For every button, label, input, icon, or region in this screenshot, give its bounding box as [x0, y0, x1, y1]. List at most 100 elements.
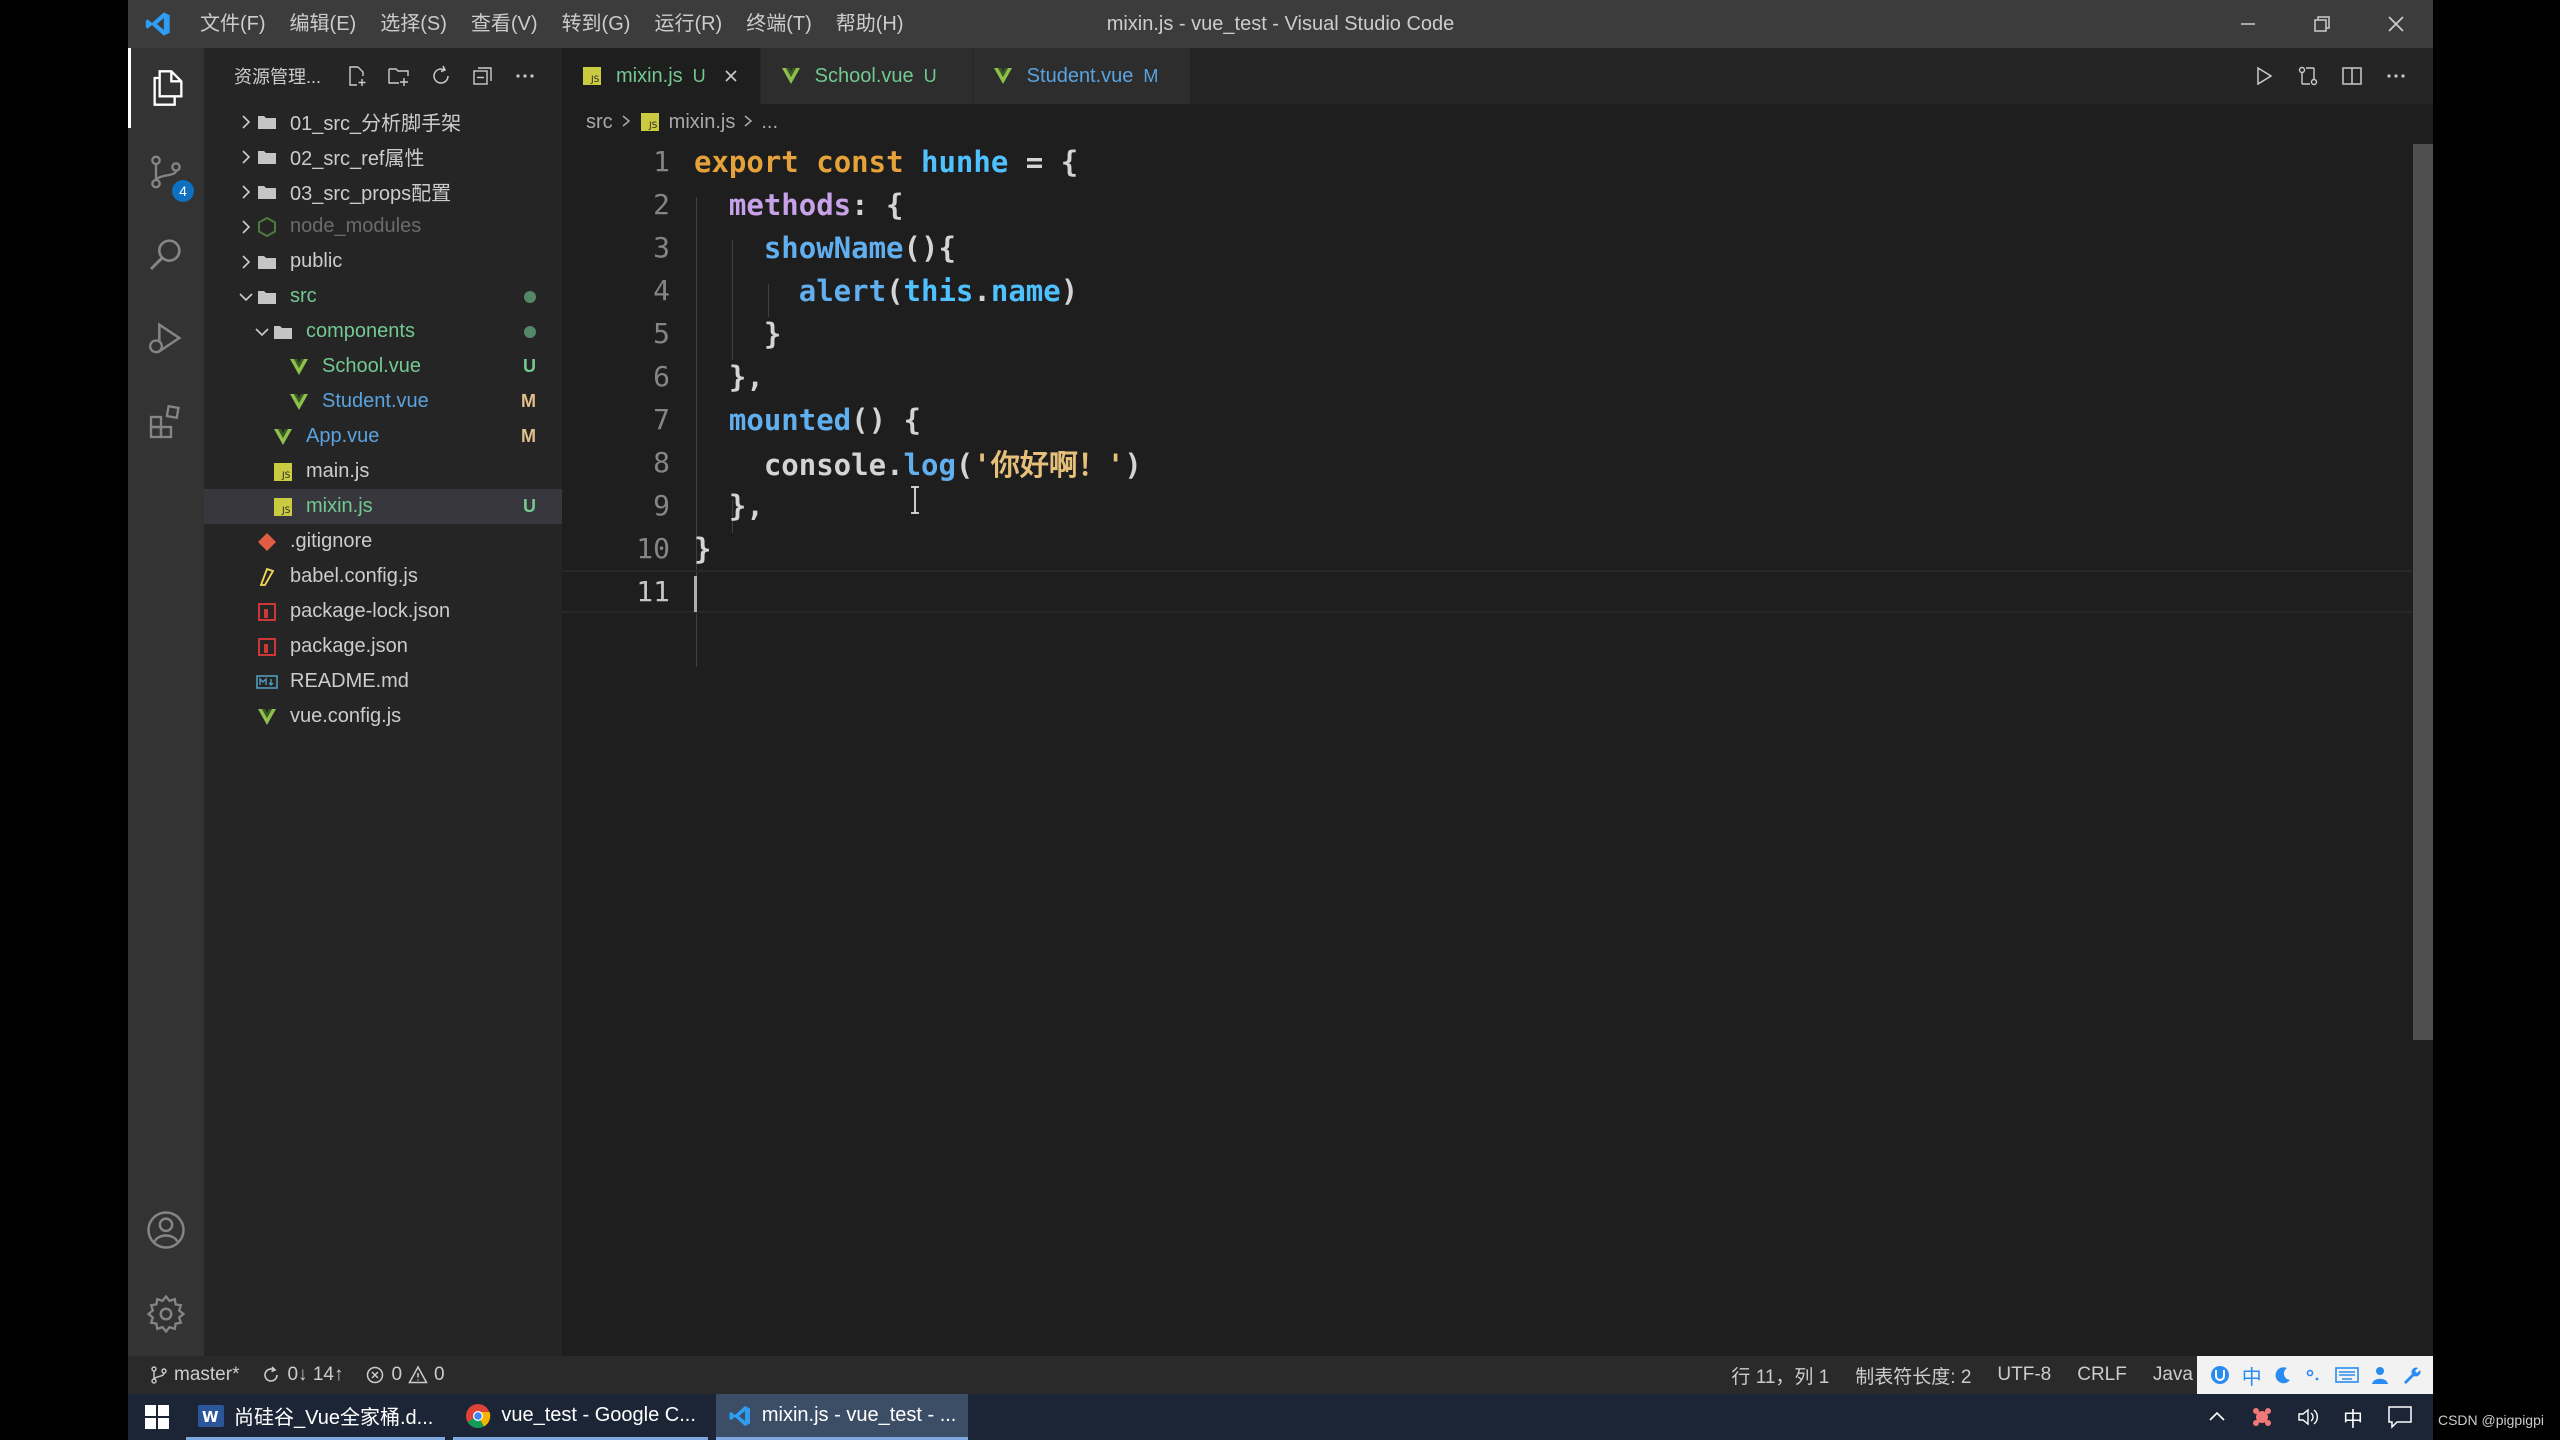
menu-edit[interactable]: 编辑(E): [278, 0, 369, 48]
tree-item-file[interactable]: School.vue U: [204, 349, 562, 384]
tab-mixin-js[interactable]: JS mixin.js U: [562, 48, 761, 104]
tab-school-vue[interactable]: School.vue U: [760, 48, 973, 104]
search-icon[interactable]: [128, 214, 204, 294]
tray-app-icon[interactable]: [2251, 1406, 2273, 1428]
account-icon[interactable]: [128, 1190, 204, 1270]
tray-chevron-up-icon[interactable]: [2207, 1407, 2227, 1427]
scm-badge: 4: [172, 180, 194, 202]
ime-language[interactable]: 中: [2242, 1361, 2262, 1390]
taskbar-app-vscode[interactable]: mixin.js - vue_test - ...: [715, 1394, 969, 1440]
breadcrumb-file[interactable]: mixin.js: [669, 111, 736, 134]
tree-item-file[interactable]: package.json: [204, 629, 562, 664]
collapse-all-icon[interactable]: [469, 62, 497, 90]
code-line: 5 }: [562, 312, 2422, 355]
menu-view[interactable]: 查看(V): [459, 0, 550, 48]
tree-item-folder[interactable]: 02_src_ref属性: [204, 139, 562, 174]
code-editor[interactable]: 1 export const hunhe = { 2 methods: { 3 …: [562, 140, 2433, 1356]
line-number: 11: [636, 575, 670, 608]
editor-scrollbar[interactable]: [2411, 140, 2433, 1356]
tree-item-file[interactable]: JS main.js: [204, 454, 562, 489]
vue-file-icon: [288, 356, 310, 378]
git-branch-label: master*: [174, 1364, 240, 1385]
minimize-button[interactable]: [2211, 0, 2285, 48]
wrench-icon[interactable]: [2401, 1365, 2421, 1385]
taskbar-app-word[interactable]: W 尚硅谷_Vue全家桶.d...: [186, 1394, 446, 1440]
title-bar: 文件(F) 编辑(E) 选择(S) 查看(V) 转到(G) 运行(R) 终端(T…: [128, 0, 2433, 48]
tree-item-folder[interactable]: src: [204, 279, 562, 314]
problems-item[interactable]: 0 0: [365, 1364, 445, 1386]
extensions-icon[interactable]: [128, 382, 204, 462]
tree-item-folder[interactable]: 03_src_props配置: [204, 174, 562, 209]
tree-item-file[interactable]: JS mixin.js U: [204, 489, 562, 524]
line-ending[interactable]: CRLF: [2077, 1364, 2127, 1386]
language-mode[interactable]: Java: [2153, 1364, 2193, 1386]
breadcrumb-symbols[interactable]: ...: [761, 111, 778, 134]
tree-item-folder[interactable]: 01_src_分析脚手架: [204, 104, 562, 139]
breadcrumb-folder[interactable]: src: [586, 111, 613, 134]
windows-start-icon[interactable]: [128, 1394, 186, 1440]
split-editor-icon[interactable]: [2339, 63, 2365, 89]
taskbar-app-chrome[interactable]: vue_test - Google C...: [453, 1394, 708, 1440]
refresh-icon[interactable]: [427, 62, 455, 90]
tree-item-label: main.js: [306, 460, 370, 482]
tree-item-label: 01_src_分析脚手架: [290, 113, 462, 135]
run-icon[interactable]: [2251, 63, 2277, 89]
word-icon: W: [198, 1404, 224, 1427]
punctuation-icon[interactable]: [2304, 1365, 2324, 1385]
close-icon[interactable]: [720, 65, 742, 87]
new-file-icon[interactable]: [343, 62, 371, 90]
git-status-badge: U: [523, 356, 536, 376]
tree-item-file[interactable]: Student.vue M: [204, 384, 562, 419]
tree-item-folder[interactable]: node_modules: [204, 209, 562, 244]
tab-size[interactable]: 制表符长度: 2: [1855, 1362, 1971, 1389]
more-actions-icon[interactable]: [511, 62, 539, 90]
tree-item-file[interactable]: App.vue M: [204, 419, 562, 454]
user-icon[interactable]: [2370, 1365, 2390, 1385]
menu-bar: 文件(F) 编辑(E) 选择(S) 查看(V) 转到(G) 运行(R) 终端(T…: [188, 0, 916, 48]
svg-text:W: W: [202, 1408, 219, 1426]
notification-icon[interactable]: [2387, 1405, 2413, 1429]
line-number: 5: [653, 317, 670, 350]
tree-item-label: package.json: [290, 635, 408, 657]
encoding[interactable]: UTF-8: [1997, 1364, 2051, 1386]
compare-changes-icon[interactable]: [2295, 63, 2321, 89]
tray-language[interactable]: 中: [2343, 1403, 2363, 1432]
tree-item-label: node_modules: [290, 215, 422, 237]
menu-run[interactable]: 运行(R): [642, 0, 734, 48]
restore-button[interactable]: [2285, 0, 2359, 48]
menu-selection[interactable]: 选择(S): [368, 0, 459, 48]
git-branch-item[interactable]: master*: [150, 1364, 239, 1386]
sync-item[interactable]: 0↓ 14↑: [261, 1364, 343, 1386]
settings-gear-icon[interactable]: [128, 1274, 204, 1354]
moon-icon[interactable]: [2273, 1365, 2293, 1385]
tree-item-file[interactable]: babel.config.js: [204, 559, 562, 594]
chevron-down-icon: [236, 291, 256, 303]
js-file-icon: JS: [580, 64, 604, 88]
explorer-icon[interactable]: [128, 48, 204, 128]
volume-icon[interactable]: [2297, 1406, 2319, 1428]
keyboard-icon[interactable]: [2335, 1365, 2359, 1385]
chevron-right-icon: [236, 254, 256, 270]
close-window-button[interactable]: [2359, 0, 2433, 48]
menu-file[interactable]: 文件(F): [188, 0, 278, 48]
scrollbar-thumb[interactable]: [2413, 144, 2433, 1040]
tab-student-vue[interactable]: Student.vue M: [972, 48, 1191, 104]
menu-help[interactable]: 帮助(H): [824, 0, 916, 48]
tree-item-file[interactable]: README.md: [204, 664, 562, 699]
source-control-icon[interactable]: 4: [128, 132, 204, 212]
tree-item-file[interactable]: vue.config.js: [204, 699, 562, 734]
tree-item-file[interactable]: .gitignore: [204, 524, 562, 559]
more-actions-icon[interactable]: [2383, 63, 2409, 89]
cursor-position[interactable]: 行 11，列 1: [1731, 1362, 1829, 1389]
code-line-current: 11: [562, 570, 2422, 613]
warning-icon: [408, 1365, 428, 1384]
menu-terminal[interactable]: 终端(T): [734, 0, 824, 48]
ime-logo-icon[interactable]: [2209, 1364, 2231, 1386]
tree-item-folder[interactable]: public: [204, 244, 562, 279]
tree-item-file[interactable]: package-lock.json: [204, 594, 562, 629]
menu-go[interactable]: 转到(G): [550, 0, 643, 48]
run-debug-icon[interactable]: [128, 298, 204, 378]
tree-item-folder[interactable]: components: [204, 314, 562, 349]
new-folder-icon[interactable]: [385, 62, 413, 90]
code-line: 3 showName(){: [562, 226, 2422, 269]
